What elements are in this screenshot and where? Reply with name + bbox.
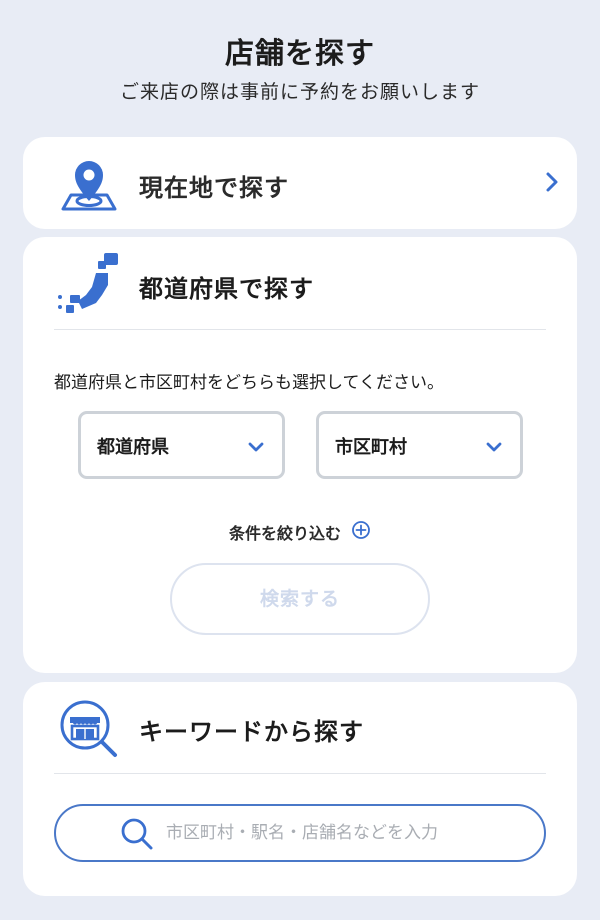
japan-map-icon xyxy=(56,251,122,321)
prefecture-search-card: 都道府県で探す 都道府県と市区町村をどちらも選択してください。 都道府県 市区町… xyxy=(23,237,577,673)
chevron-down-icon xyxy=(486,438,502,457)
page-title: 店舗を探す xyxy=(224,36,375,70)
search-icon xyxy=(120,817,154,855)
location-pin-icon xyxy=(61,157,117,217)
page-subtitle: ご来店の際は事前に予約をお願いします xyxy=(119,81,480,103)
filter-toggle[interactable]: 条件を絞り込む xyxy=(23,520,577,544)
divider xyxy=(54,773,546,774)
current-location-title: 現在地で探す xyxy=(139,174,289,202)
store-search-page: 店舗を探す ご来店の際は事前に予約をお願いします 現在地で探す 都道府県で探す … xyxy=(0,0,600,920)
prefecture-select-value: 都道府県 xyxy=(97,437,169,458)
prefecture-select[interactable]: 都道府県 xyxy=(78,411,285,479)
keyword-input[interactable] xyxy=(166,818,526,848)
city-select-value: 市区町村 xyxy=(335,437,407,458)
keyword-input-container[interactable] xyxy=(54,804,546,862)
search-button[interactable]: 検索する xyxy=(170,563,430,635)
filter-label: 条件を絞り込む xyxy=(228,524,341,543)
city-select[interactable]: 市区町村 xyxy=(316,411,523,479)
current-location-card[interactable]: 現在地で探す xyxy=(23,137,577,229)
prefecture-title: 都道府県で探す xyxy=(139,275,314,303)
divider xyxy=(54,329,546,330)
keyword-title: キーワードから探す xyxy=(139,718,364,746)
plus-circle-icon[interactable] xyxy=(351,520,371,544)
store-search-icon xyxy=(59,699,121,765)
keyword-search-card: キーワードから探す xyxy=(23,682,577,896)
chevron-right-icon xyxy=(545,171,559,197)
chevron-down-icon xyxy=(248,438,264,457)
prefecture-instruction: 都道府県と市区町村をどちらも選択してください。 xyxy=(54,373,444,393)
